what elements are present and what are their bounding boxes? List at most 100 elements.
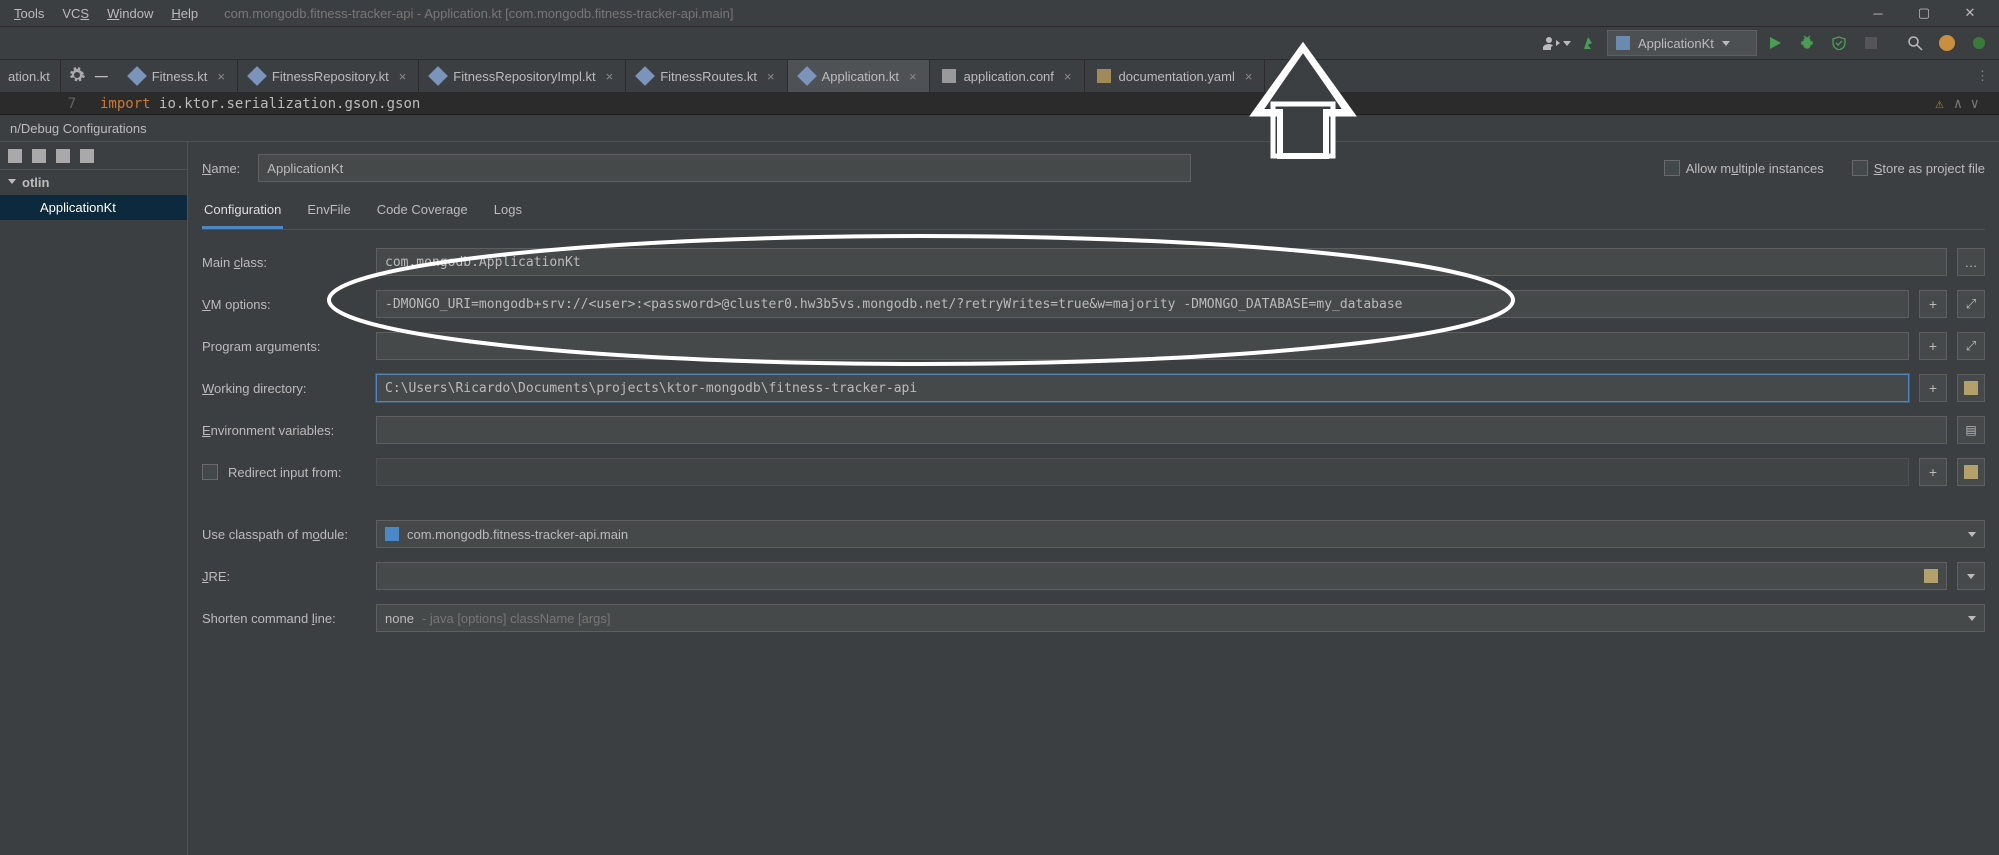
store-project-file-checkbox[interactable] (1852, 160, 1868, 176)
tab-fitnessrepositoryimpl-kt[interactable]: FitnessRepositoryImpl.kt× (419, 60, 626, 92)
tab-application-kt[interactable]: Application.kt× (788, 60, 930, 92)
allow-multi-label: Allow multiple instances (1686, 161, 1824, 176)
tree-toolbar (0, 142, 187, 170)
window-title: com.mongodb.fitness-tracker-api - Applic… (224, 6, 733, 21)
redirect-input-checkbox[interactable] (202, 464, 218, 480)
search-everywhere-button[interactable] (1901, 29, 1929, 57)
config-form: Name: Allow multiple instances Store as … (188, 142, 1999, 855)
folder-icon[interactable] (56, 149, 70, 163)
main-class-input[interactable] (376, 248, 1947, 276)
with-me-icon[interactable] (1543, 29, 1571, 57)
insert-macro-button[interactable]: + (1919, 290, 1947, 318)
close-icon[interactable]: × (1245, 69, 1253, 84)
close-icon[interactable]: × (1064, 69, 1072, 84)
tab-fitnessroutes-kt[interactable]: FitnessRoutes.kt× (626, 60, 787, 92)
avatar-icon[interactable] (1933, 29, 1961, 57)
chevron-down-icon (1722, 41, 1730, 46)
close-icon[interactable]: × (909, 69, 917, 84)
close-icon[interactable]: × (217, 69, 225, 84)
conf-file-icon (942, 69, 956, 83)
kotlin-file-icon (797, 66, 817, 86)
debug-button[interactable] (1793, 29, 1821, 57)
subtab-logs[interactable]: Logs (492, 196, 524, 229)
close-icon[interactable]: × (399, 69, 407, 84)
jre-dropdown-button[interactable] (1957, 562, 1985, 590)
folder-icon (1964, 465, 1978, 479)
close-icon[interactable]: × (767, 69, 775, 84)
main-class-label: Main class: (202, 255, 366, 270)
maximize-button[interactable]: ▢ (1901, 0, 1947, 27)
menu-bar: TToolsools VCS Window Help com.mongodb.f… (0, 0, 1999, 27)
env-vars-input[interactable] (376, 416, 1947, 444)
yaml-file-icon (1097, 69, 1111, 83)
minimize-button[interactable]: ─ (1855, 0, 1901, 27)
menu-vcs[interactable]: VCS (54, 3, 97, 24)
chevron-down-icon (1968, 616, 1976, 621)
sort-icon[interactable] (80, 149, 94, 163)
store-project-file-label: Store as project file (1874, 161, 1985, 176)
run-config-combo[interactable]: ApplicationKt (1607, 30, 1757, 56)
shorten-hint: - java [options] className [args] (422, 611, 611, 626)
working-dir-label: Working directory: (202, 381, 366, 396)
kotlin-file-icon (428, 66, 448, 86)
save-icon[interactable] (32, 149, 46, 163)
chevron-down-icon (1967, 574, 1975, 579)
tree-item-applicationkt[interactable]: ApplicationKt (0, 195, 187, 220)
classpath-combo[interactable]: com.mongodb.fitness-tracker-api.main (376, 520, 1985, 548)
tab-application-conf[interactable]: application.conf× (930, 60, 1085, 92)
expand-vm-button[interactable]: ⤢ (1957, 290, 1985, 318)
build-icon[interactable] (1575, 29, 1603, 57)
config-tree-pane: otlin ApplicationKt (0, 142, 188, 855)
code-package: io.ktor.serialization.gson.gson (159, 96, 420, 112)
menu-help[interactable]: Help (163, 3, 206, 24)
insert-macro-redirect-button[interactable]: + (1919, 458, 1947, 486)
nav-tab-label[interactable]: ation.kt (8, 69, 50, 84)
expand-args-button[interactable]: ⤢ (1957, 332, 1985, 360)
program-args-label: Program arguments: (202, 339, 366, 354)
warning-indicator-icon[interactable]: ⚠ (1935, 96, 1943, 112)
allow-multi-checkbox[interactable] (1664, 160, 1680, 176)
browse-main-class-button[interactable]: … (1957, 248, 1985, 276)
insert-macro-wd-button[interactable]: + (1919, 374, 1947, 402)
menu-window[interactable]: Window (99, 3, 161, 24)
working-dir-input[interactable] (376, 374, 1909, 402)
module-icon (385, 527, 399, 541)
name-input[interactable] (258, 154, 1191, 182)
subtab-configuration[interactable]: Configuration (202, 196, 283, 229)
ide-updates-icon[interactable] (1965, 29, 1993, 57)
tab-documentation-yaml[interactable]: documentation.yaml× (1085, 60, 1266, 92)
tab-fitnessrepository-kt[interactable]: FitnessRepository.kt× (238, 60, 419, 92)
hide-button[interactable]: ─ (95, 66, 108, 87)
program-args-input[interactable] (376, 332, 1909, 360)
menu-tools[interactable]: TToolsools (6, 3, 52, 24)
browse-wd-button[interactable] (1957, 374, 1985, 402)
vm-options-label: VM options: (202, 297, 366, 312)
classpath-label: Use classpath of module: (202, 527, 366, 542)
tab-fitness-kt[interactable]: Fitness.kt× (118, 60, 238, 92)
stop-button[interactable] (1857, 29, 1885, 57)
close-icon[interactable]: × (606, 69, 614, 84)
jre-combo[interactable] (376, 562, 1947, 590)
subtab-codecoverage[interactable]: Code Coverage (375, 196, 470, 229)
insert-macro-args-button[interactable]: + (1919, 332, 1947, 360)
gear-icon[interactable] (69, 67, 85, 86)
run-config-label: ApplicationKt (1638, 36, 1714, 51)
folder-icon (1924, 569, 1938, 583)
inspection-nav-icon[interactable]: ∧ ∨ (1954, 96, 1979, 112)
run-button[interactable] (1761, 29, 1789, 57)
close-window-button[interactable]: ✕ (1947, 0, 1993, 27)
edit-env-button[interactable]: ▤ (1957, 416, 1985, 444)
chevron-down-icon (1968, 532, 1976, 537)
folder-icon (1964, 381, 1978, 395)
shorten-combo[interactable]: none - java [options] className [args] (376, 604, 1985, 632)
jre-label: JRE: (202, 569, 366, 584)
more-tabs-icon[interactable]: ⋮ (1976, 68, 1989, 84)
copy-icon[interactable] (8, 149, 22, 163)
redirect-input-row: Redirect input from: (202, 464, 366, 480)
vm-options-input[interactable] (376, 290, 1909, 318)
redirect-input-field[interactable] (376, 458, 1909, 486)
subtab-envfile[interactable]: EnvFile (305, 196, 352, 229)
tree-group-kotlin[interactable]: otlin (0, 170, 187, 195)
coverage-button[interactable] (1825, 29, 1853, 57)
browse-redirect-button[interactable] (1957, 458, 1985, 486)
